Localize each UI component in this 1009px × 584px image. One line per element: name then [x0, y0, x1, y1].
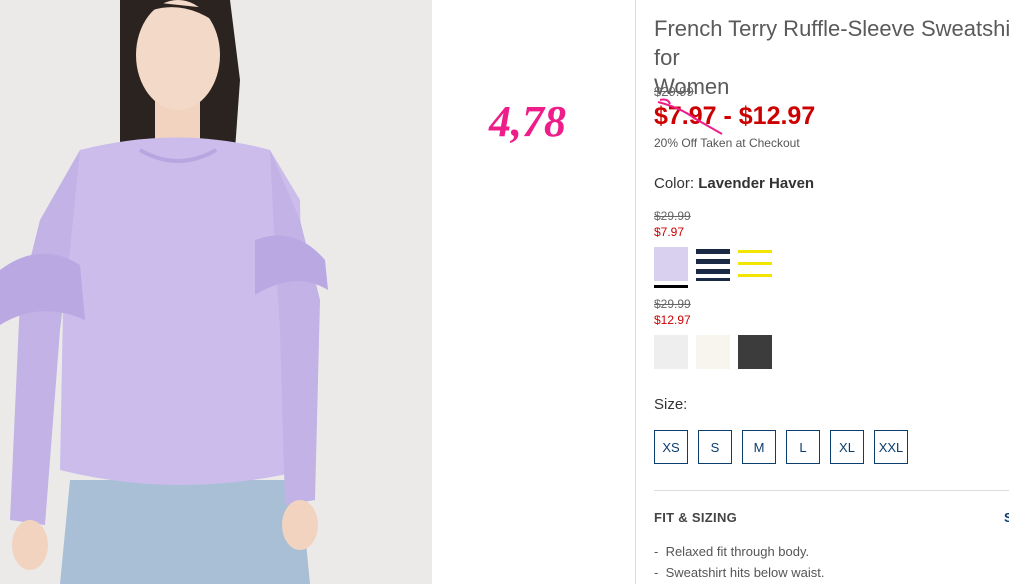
swatch-lavender[interactable]: [654, 247, 688, 288]
size-button-s[interactable]: S: [698, 430, 732, 464]
swatch-cream[interactable]: [696, 335, 730, 369]
size-label: Size:: [654, 396, 688, 413]
size-button-m[interactable]: M: [742, 430, 776, 464]
size-button-xxl[interactable]: XXL: [874, 430, 908, 464]
swatch-light-gray[interactable]: [654, 335, 688, 369]
size-button-xs[interactable]: XS: [654, 430, 688, 464]
panel-divider: [635, 0, 636, 584]
list-item: - Sweatshirt hits below waist.: [654, 565, 825, 580]
fit-sizing-heading[interactable]: FIT & SIZING: [654, 510, 737, 525]
price-annotation: 4,78: [489, 97, 566, 146]
size-button-l[interactable]: L: [786, 430, 820, 464]
color-value: Lavender Haven: [698, 175, 815, 192]
group-sale-price: $7.97: [654, 225, 685, 239]
group-original-price: $29.99: [654, 209, 691, 223]
color-label-text: Color:: [654, 175, 695, 192]
product-image[interactable]: [0, 0, 432, 584]
color-group-1: $29.99 $7.97: [654, 209, 772, 288]
swatch-yellow-stripe[interactable]: [738, 247, 772, 281]
fit-item-text: Sweatshirt hits below waist.: [665, 565, 825, 580]
group-sale-price: $12.97: [654, 313, 691, 327]
navy-stripe-pattern: [696, 247, 730, 281]
list-item: - Relaxed fit through body.: [654, 544, 810, 559]
section-divider: [654, 490, 1009, 491]
sale-price: $7.97 - $12.97: [654, 98, 815, 135]
promo-text: 20% Off Taken at Checkout: [654, 136, 800, 150]
swatch-navy-stripe[interactable]: [696, 247, 730, 281]
fit-sizing-toggle[interactable]: S: [1004, 510, 1009, 525]
price-block: $29.99 $7.97 - $12.97 20% Off Taken at C…: [654, 84, 815, 150]
fit-list: - Relaxed fit through body. - Sweatshirt…: [654, 541, 825, 583]
model-photo: [0, 0, 432, 584]
strike-scribble: [657, 98, 723, 135]
yellow-stripe-pattern: [738, 247, 772, 281]
color-label: Color: Lavender Haven: [654, 175, 814, 192]
group-original-price: $29.99: [654, 297, 691, 311]
size-button-xl[interactable]: XL: [830, 430, 864, 464]
swatch-charcoal[interactable]: [738, 335, 772, 369]
size-selector: XS S M L XL XXL: [654, 430, 908, 464]
color-group-2: $29.99 $12.97: [654, 297, 772, 369]
fit-item-text: Relaxed fit through body.: [665, 544, 810, 559]
